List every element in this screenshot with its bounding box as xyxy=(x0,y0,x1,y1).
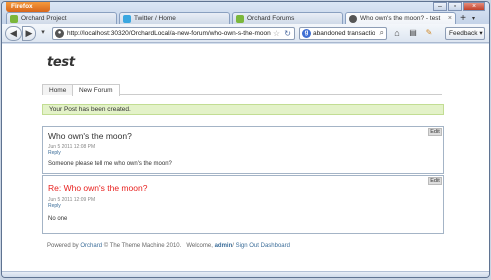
orchard-icon xyxy=(236,15,244,23)
tab-label: Orchard Forums xyxy=(247,15,295,22)
back-button[interactable]: ◀ xyxy=(5,26,22,41)
site-footer: Powered by Orchard © The Theme Machine 2… xyxy=(47,243,290,249)
firefox-menu-button[interactable]: Firefox xyxy=(6,2,50,12)
edit-button[interactable]: Edit xyxy=(428,177,442,185)
close-tab-icon[interactable]: × xyxy=(448,13,452,24)
sign-out-link[interactable]: Sign Out xyxy=(236,243,259,249)
search-box[interactable]: g abandoned transaction fo ⌕ xyxy=(299,27,387,40)
tab-label: Orchard Project xyxy=(21,15,67,22)
addon-icon[interactable]: ✎ xyxy=(422,27,436,40)
new-tab-button[interactable]: + xyxy=(458,14,468,24)
bookmarks-icon[interactable]: ▤ xyxy=(406,27,420,40)
search-icon[interactable]: ⌕ xyxy=(380,28,384,38)
menu-item-new-forum[interactable]: New Forum xyxy=(72,84,120,96)
navigation-toolbar: ◀ ▶ ▾ ● http://localhost:30320/OrchardLo… xyxy=(2,24,489,43)
page-content: test Home New Forum Your Post has been c… xyxy=(2,44,489,271)
reply-link[interactable]: Reply xyxy=(48,150,61,156)
feedback-button[interactable]: Feedback ▾ xyxy=(445,27,485,40)
orchard-link[interactable]: Orchard xyxy=(80,243,102,249)
twitter-icon xyxy=(123,15,131,23)
minimize-button[interactable]: – xyxy=(433,2,447,11)
success-notice: Your Post has been created. xyxy=(42,104,444,115)
tab-twitter-home[interactable]: Twitter / Home xyxy=(119,12,230,24)
maximize-button[interactable]: ▫ xyxy=(448,2,462,11)
welcome-text: Welcome, xyxy=(186,243,213,249)
tab-orchard-forums[interactable]: Orchard Forums xyxy=(232,12,343,24)
dashboard-link[interactable]: Dashboard xyxy=(261,243,290,249)
tab-orchard-project[interactable]: Orchard Project xyxy=(6,12,117,24)
reload-icon[interactable]: ↻ xyxy=(284,29,291,38)
feedback-label: Feedback xyxy=(449,30,478,37)
admin-user-link[interactable]: admin xyxy=(215,243,233,249)
home-icon[interactable]: ⌂ xyxy=(390,27,404,40)
tab-strip: Firefox Orchard Project Twitter / Home O… xyxy=(2,2,489,25)
post-title: Re: Who own's the moon? xyxy=(48,183,148,193)
forward-button[interactable]: ▶ xyxy=(22,26,36,41)
site-identity-icon: ● xyxy=(55,29,64,38)
page-icon xyxy=(349,15,357,23)
orchard-icon xyxy=(10,15,18,23)
post-body: No one xyxy=(48,216,68,222)
reply-link[interactable]: Reply xyxy=(48,203,61,209)
forum-reply-post: Edit Re: Who own's the moon? Jun 5 2011 … xyxy=(42,175,444,234)
status-bar xyxy=(2,271,489,277)
post-title: Who own's the moon? xyxy=(48,131,132,141)
search-input[interactable]: abandoned transaction fo xyxy=(313,30,375,37)
history-dropdown-icon[interactable]: ▾ xyxy=(37,27,49,40)
browser-window: Firefox Orchard Project Twitter / Home O… xyxy=(1,1,490,278)
site-title[interactable]: test xyxy=(47,55,75,70)
address-bar[interactable]: ● http://localhost:30320/OrchardLocal/a-… xyxy=(52,27,295,40)
footer-powered-text: Powered by xyxy=(47,243,79,249)
menu-item-home[interactable]: Home xyxy=(42,84,74,95)
post-body: Someone please tell me who own's the moo… xyxy=(48,161,172,167)
close-window-button[interactable]: × xyxy=(463,2,485,11)
search-engine-icon[interactable]: g xyxy=(302,29,311,38)
url-text[interactable]: http://localhost:30320/OrchardLocal/a-ne… xyxy=(67,30,271,37)
tab-label: Who own's the moon? - test xyxy=(360,15,441,22)
footer-copyright: © The Theme Machine 2010. xyxy=(103,243,182,249)
tab-label: Twitter / Home xyxy=(134,15,176,22)
edit-button[interactable]: Edit xyxy=(428,128,442,136)
main-menu: Home New Forum xyxy=(42,84,442,96)
bookmark-star-icon[interactable]: ☆ xyxy=(273,29,280,38)
forum-post: Edit Who own's the moon? Jun 5 2011 12:0… xyxy=(42,126,444,174)
tab-list-icon[interactable]: ▾ xyxy=(472,14,482,24)
